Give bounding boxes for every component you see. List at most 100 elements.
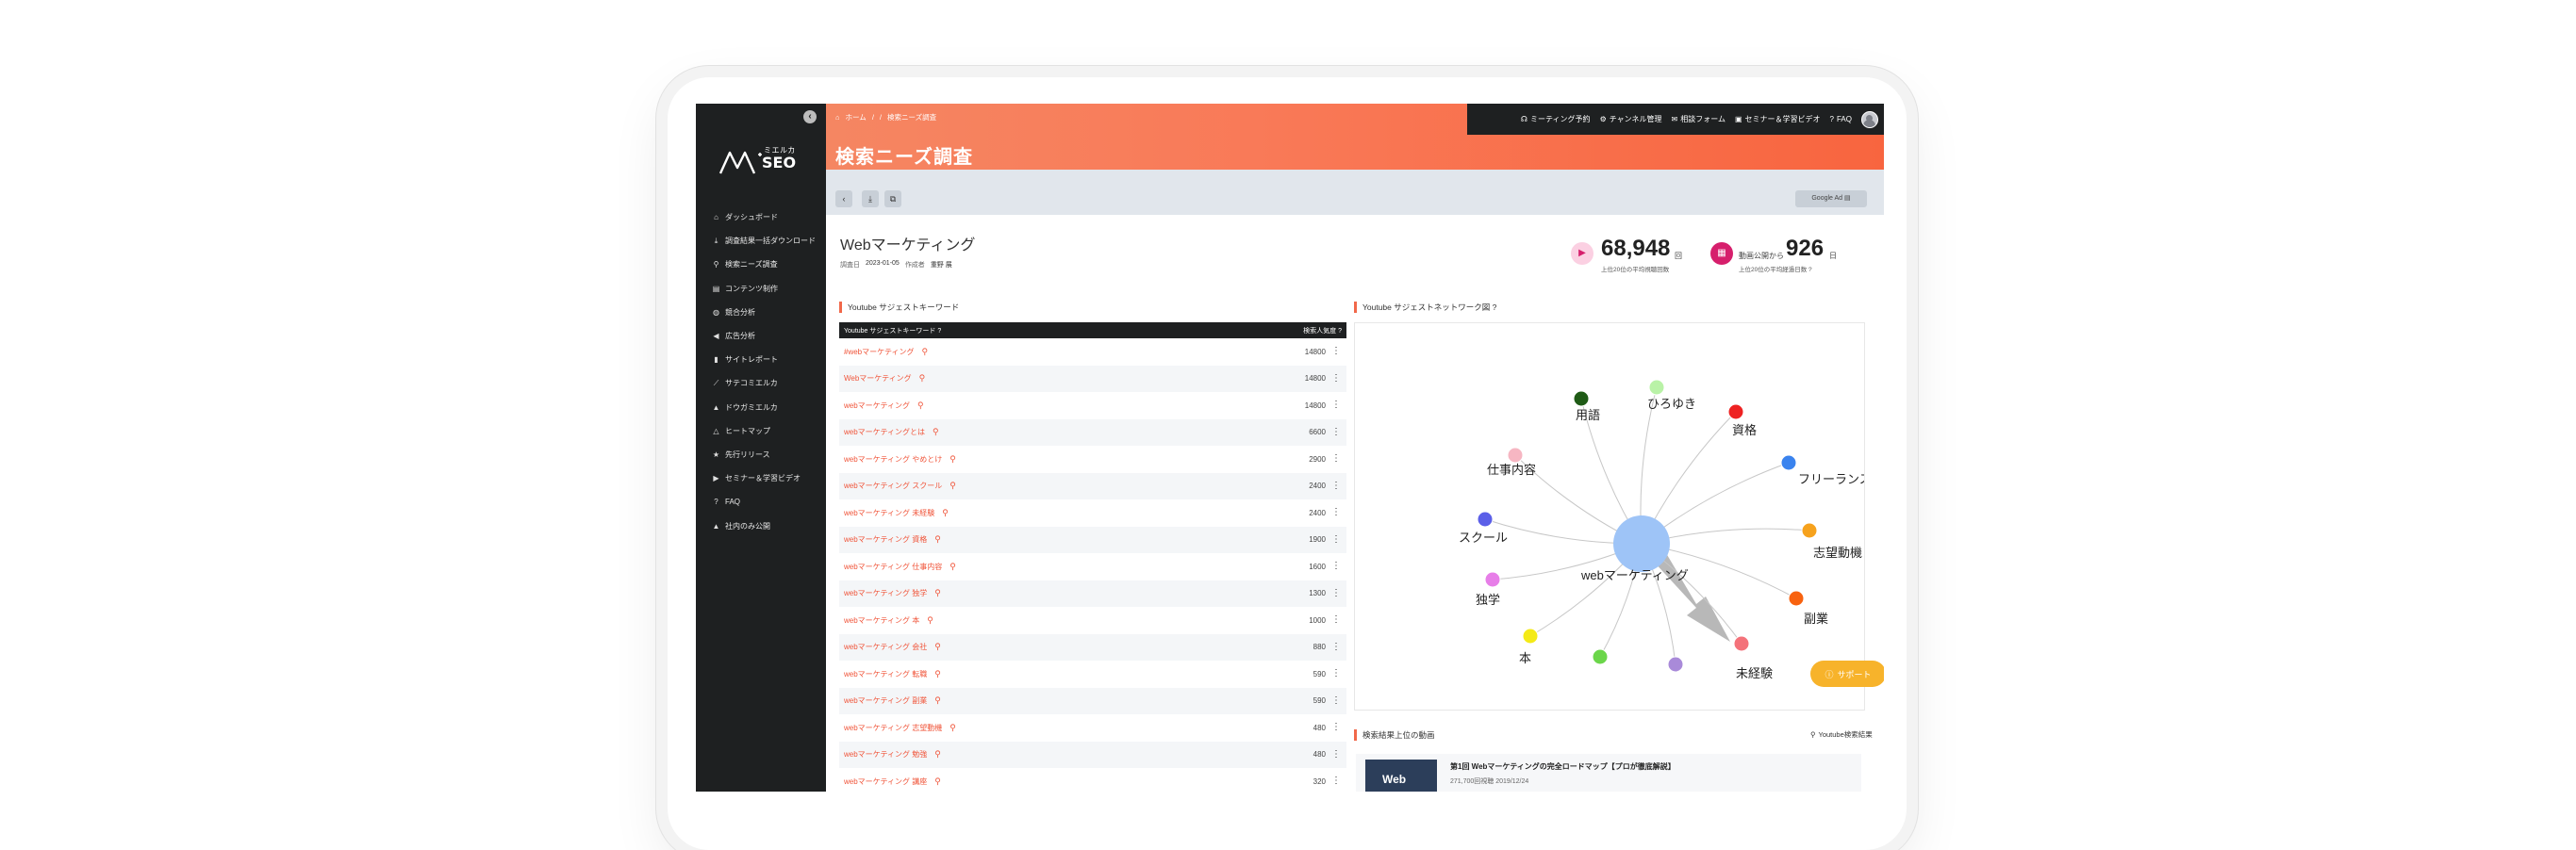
zoom-search-icon[interactable]: ⚲ — [933, 427, 939, 437]
zoom-search-icon[interactable]: ⚲ — [934, 669, 941, 679]
google-ads-button[interactable]: Google Ad ▤ — [1795, 190, 1867, 207]
sidebar-item-faq[interactable]: ? FAQ — [696, 490, 826, 514]
sidebar-item-internal[interactable]: ▲ 社内のみ公開 — [696, 514, 826, 537]
video-card[interactable]: Web 第1回 Webマーケティングの完全ロードマップ【プロが徹底解説】 271… — [1356, 754, 1861, 792]
row-menu-icon[interactable]: ⋮ — [1331, 508, 1341, 517]
collapse-sidebar-button[interactable]: ‹ — [803, 110, 817, 123]
zoom-search-icon[interactable]: ⚲ — [921, 347, 928, 357]
network-node[interactable] — [1477, 511, 1494, 528]
sidebar-item-heatmap[interactable]: △ ヒートマップ — [696, 419, 826, 443]
sidebar-item-early-release[interactable]: ★ 先行リリース — [696, 443, 826, 466]
network-node[interactable] — [1592, 648, 1609, 665]
topbar-contact[interactable]: ✉ 相談フォーム — [1672, 114, 1726, 124]
keyword-link[interactable]: webマーケティング スクール — [844, 481, 942, 491]
zoom-search-icon[interactable]: ⚲ — [934, 749, 941, 760]
keyword-link[interactable]: webマーケティング 未経験 — [844, 508, 934, 518]
row-menu-icon[interactable]: ⋮ — [1331, 562, 1341, 571]
topbar-seminar[interactable]: ▣ セミナー＆学習ビデオ — [1735, 114, 1821, 124]
topbar-faq[interactable]: ? FAQ — [1830, 115, 1852, 123]
keyword-link[interactable]: webマーケティングとは — [844, 427, 925, 437]
back-button[interactable]: ‹ — [835, 190, 852, 207]
network-node[interactable] — [1522, 628, 1539, 645]
keyword-link[interactable]: webマーケティング 志望動機 — [844, 723, 942, 733]
network-node[interactable] — [1507, 447, 1524, 464]
row-menu-icon[interactable]: ⋮ — [1331, 400, 1341, 410]
sidebar-item-competitor[interactable]: ◍ 競合分析 — [696, 301, 826, 324]
zoom-search-icon[interactable]: ⚲ — [927, 615, 933, 626]
network-node[interactable] — [1733, 635, 1750, 652]
network-node[interactable] — [1667, 656, 1684, 673]
zoom-search-icon[interactable]: ⚲ — [949, 723, 956, 733]
row-menu-icon[interactable]: ⋮ — [1331, 454, 1341, 464]
row-menu-icon[interactable]: ⋮ — [1331, 373, 1341, 384]
keyword-link[interactable]: Webマーケティング — [844, 373, 912, 384]
topbar-channel[interactable]: ⚙ チャンネル管理 — [1600, 114, 1662, 124]
zoom-search-icon[interactable]: ⚲ — [942, 508, 949, 518]
keyword-link[interactable]: #webマーケティング — [844, 347, 914, 357]
network-node[interactable] — [1788, 590, 1805, 607]
avatar[interactable] — [1861, 110, 1878, 128]
video-title[interactable]: 第1回 Webマーケティングの完全ロードマップ【プロが徹底解説】 — [1450, 761, 1676, 772]
copy-button[interactable]: ⧉ — [884, 190, 901, 207]
zoom-search-icon[interactable]: ⚲ — [949, 454, 956, 465]
zoom-search-icon[interactable]: ⚲ — [949, 562, 956, 572]
keyword-link[interactable]: webマーケティング 会社 — [844, 642, 927, 652]
row-menu-icon[interactable]: ⋮ — [1331, 776, 1341, 786]
network-node[interactable] — [1648, 379, 1665, 396]
sidebar-item-site-report[interactable]: ▮ サイトレポート — [696, 348, 826, 371]
sidebar-item-seminar[interactable]: ▶ セミナー＆学習ビデオ — [696, 466, 826, 490]
zoom-search-icon[interactable]: ⚲ — [949, 481, 956, 491]
help-icon[interactable]: ? — [1808, 267, 1812, 273]
keyword-link[interactable]: webマーケティング 転職 — [844, 669, 927, 679]
row-menu-icon[interactable]: ⋮ — [1331, 642, 1341, 652]
download-button[interactable]: ⤓ — [862, 190, 879, 207]
zoom-search-icon[interactable]: ⚲ — [919, 373, 926, 384]
topbar-meeting[interactable]: ☊ ミーティング予約 — [1521, 114, 1591, 124]
network-node[interactable] — [1573, 390, 1590, 407]
zoom-search-icon[interactable]: ⚲ — [934, 695, 941, 706]
keyword-link[interactable]: webマーケティング 独学 — [844, 588, 927, 598]
zoom-search-icon[interactable]: ⚲ — [934, 642, 941, 652]
help-icon[interactable]: ? — [937, 328, 941, 335]
zoom-search-icon[interactable]: ⚲ — [917, 400, 924, 411]
network-center-node[interactable] — [1613, 515, 1670, 572]
zoom-search-icon[interactable]: ⚲ — [934, 588, 941, 598]
keyword-link[interactable]: webマーケティング 本 — [844, 615, 919, 626]
sidebar-item-bulk-download[interactable]: ⤓ 調査結果一括ダウンロード — [696, 229, 826, 253]
network-node[interactable] — [1727, 403, 1744, 420]
row-menu-icon[interactable]: ⋮ — [1331, 347, 1341, 356]
youtube-results-link[interactable]: ⚲ Youtube検索結果 — [1810, 729, 1873, 740]
keyword-link[interactable]: webマーケティング — [844, 400, 910, 411]
keyword-link[interactable]: webマーケティング やめとけ — [844, 454, 942, 465]
network-node[interactable] — [1801, 522, 1818, 539]
keyword-link[interactable]: webマーケティング 仕事内容 — [844, 562, 942, 572]
network-node[interactable] — [1780, 454, 1797, 471]
keyword-link[interactable]: webマーケティング 副業 — [844, 695, 927, 706]
sidebar-item-ads[interactable]: ◀ 広告分析 — [696, 324, 826, 348]
row-menu-icon[interactable]: ⋮ — [1331, 669, 1341, 678]
breadcrumb-home[interactable]: ホーム — [846, 112, 867, 123]
sidebar-item-dougamieruka[interactable]: ▲ ドウガミエルカ — [696, 396, 826, 419]
keyword-link[interactable]: webマーケティング 資格 — [844, 534, 927, 545]
zoom-search-icon[interactable]: ⚲ — [934, 534, 941, 545]
row-menu-icon[interactable]: ⋮ — [1331, 534, 1341, 545]
support-button[interactable]: ⓘ サポート — [1810, 661, 1884, 687]
help-icon[interactable]: ? — [1338, 328, 1342, 335]
keyword-link[interactable]: webマーケティング 講座 — [844, 776, 927, 787]
row-menu-icon[interactable]: ⋮ — [1331, 588, 1341, 598]
help-icon[interactable]: ? — [1493, 302, 1497, 312]
row-menu-icon[interactable]: ⋮ — [1331, 481, 1341, 491]
sidebar-item-dashboard[interactable]: ⌂ ダッシュボード — [696, 205, 826, 229]
network-node[interactable] — [1484, 571, 1501, 588]
sidebar-item-satecomi[interactable]: ⟋ サテコミエルカ — [696, 371, 826, 395]
keyword-link[interactable]: webマーケティング 勉強 — [844, 749, 927, 760]
row-menu-icon[interactable]: ⋮ — [1331, 695, 1341, 706]
row-menu-icon[interactable]: ⋮ — [1331, 723, 1341, 732]
row-menu-icon[interactable]: ⋮ — [1331, 615, 1341, 625]
video-thumbnail[interactable]: Web — [1365, 760, 1437, 792]
row-menu-icon[interactable]: ⋮ — [1331, 749, 1341, 760]
sidebar-item-content[interactable]: ▤ コンテンツ制作 — [696, 277, 826, 301]
sidebar-item-search-needs[interactable]: ⚲ 検索ニーズ調査 — [696, 253, 826, 276]
row-menu-icon[interactable]: ⋮ — [1331, 427, 1341, 437]
zoom-search-icon[interactable]: ⚲ — [934, 776, 941, 787]
